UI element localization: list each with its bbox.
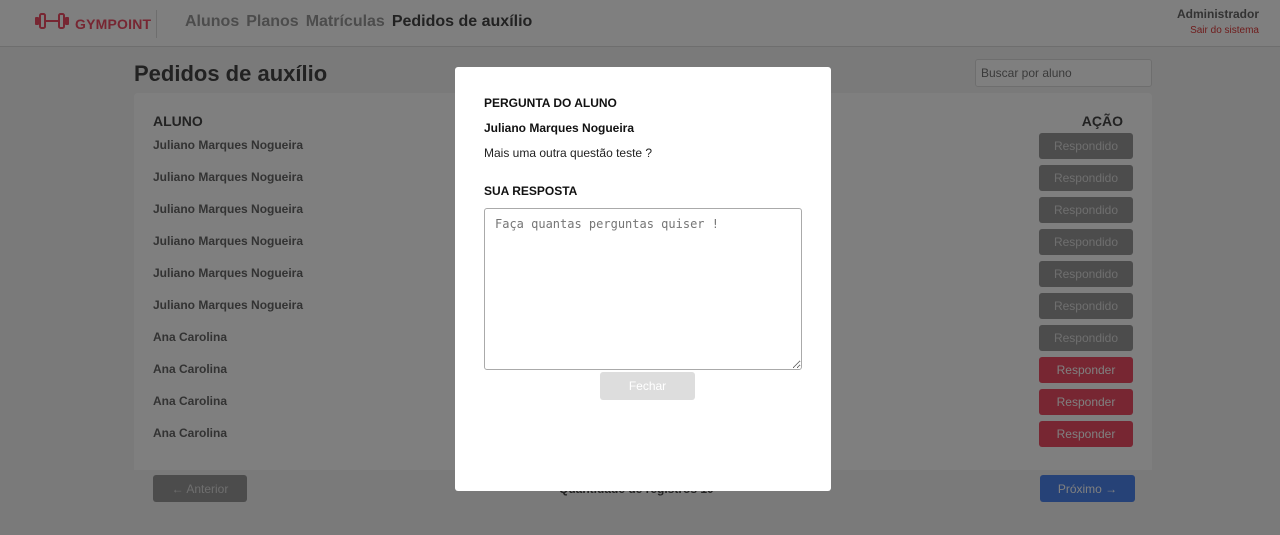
answer-textarea[interactable]	[484, 208, 802, 370]
question-text: Mais uma outra questão teste ?	[484, 146, 653, 160]
answer-modal: PERGUNTA DO ALUNO Juliano Marques Noguei…	[455, 67, 831, 491]
question-heading: PERGUNTA DO ALUNO	[484, 96, 617, 110]
answer-heading: SUA RESPOSTA	[484, 184, 578, 198]
close-button[interactable]: Fechar	[600, 372, 695, 400]
modal-student-name: Juliano Marques Nogueira	[484, 121, 635, 135]
